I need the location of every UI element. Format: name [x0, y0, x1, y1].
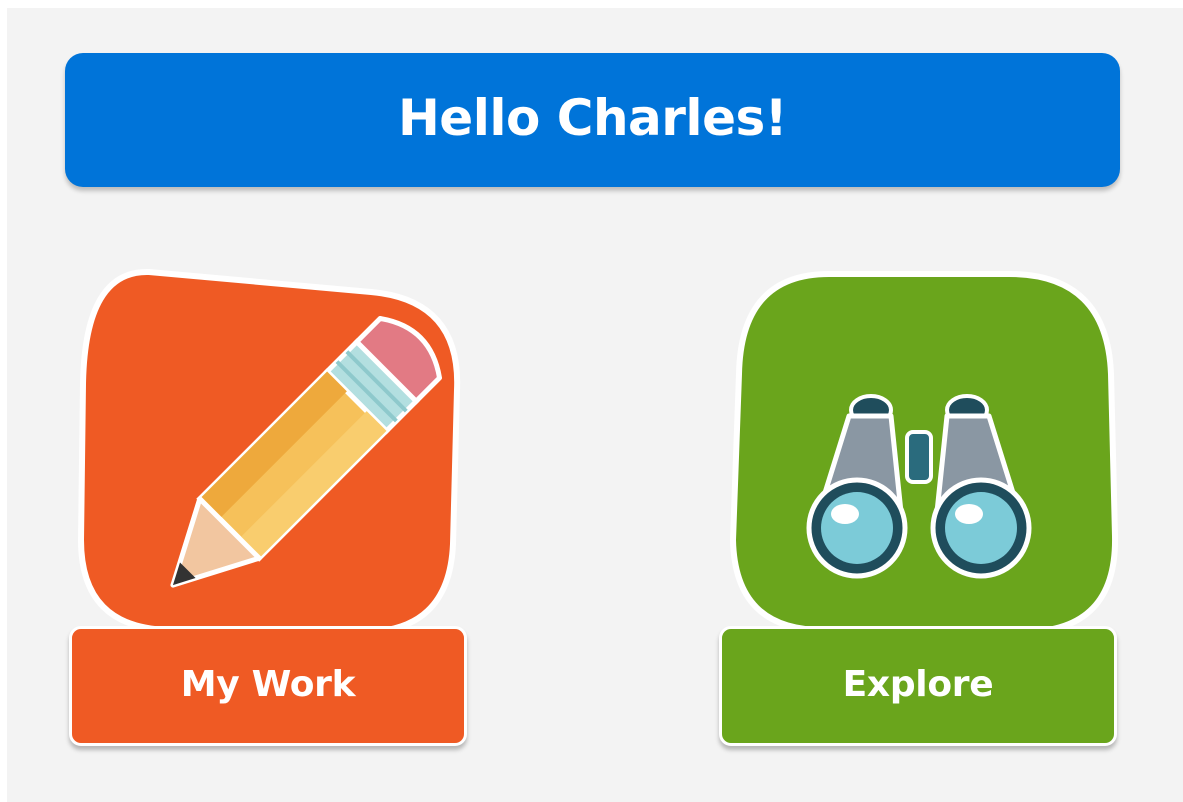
my-work-button[interactable]: My Work	[69, 626, 467, 746]
my-work-label: My Work	[180, 664, 356, 705]
explore-label: Explore	[842, 664, 994, 705]
explore-tile[interactable]: Explore	[719, 264, 1129, 754]
explore-button[interactable]: Explore	[719, 626, 1117, 746]
home-screen: Hello Charles! My Work Explore	[7, 8, 1183, 802]
greeting-text: Hello Charles!	[397, 89, 788, 147]
my-work-tile[interactable]: My Work	[69, 264, 479, 754]
greeting-banner: Hello Charles!	[65, 53, 1120, 187]
my-work-tile-shape[interactable]	[69, 264, 469, 644]
explore-tile-shape[interactable]	[719, 264, 1119, 644]
